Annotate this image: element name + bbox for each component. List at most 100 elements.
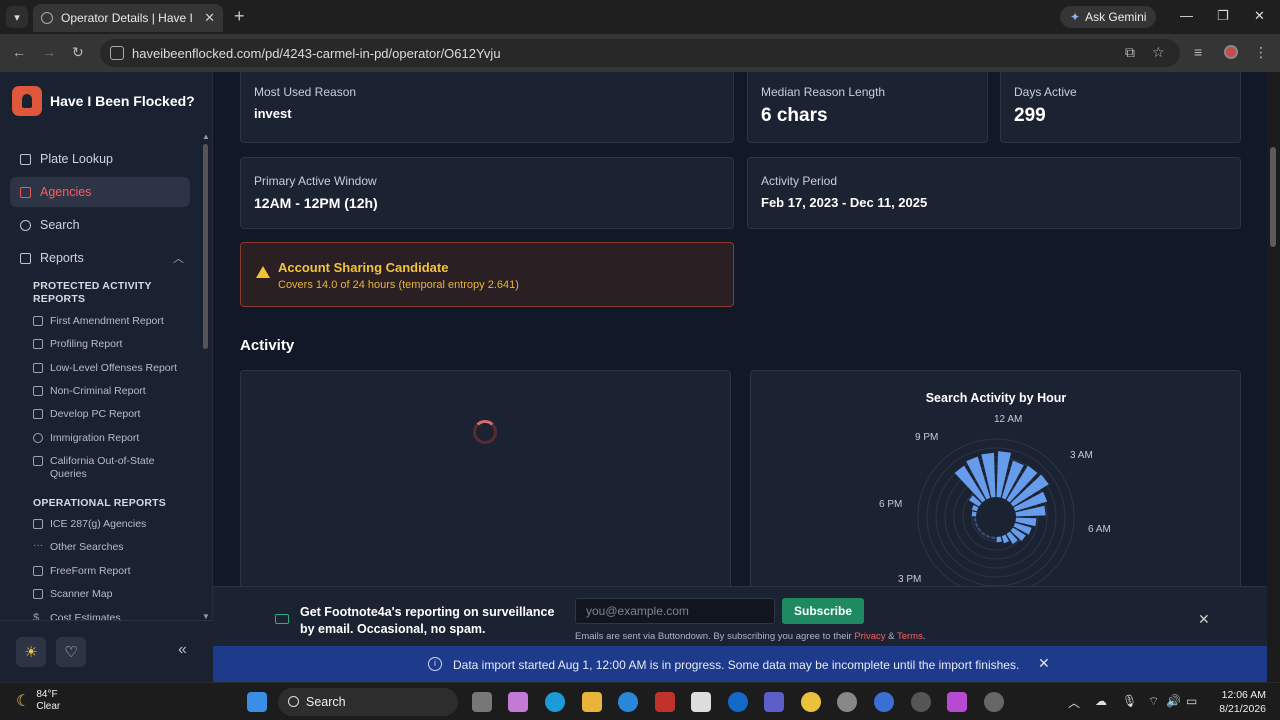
favorites-heart-icon[interactable]: ♡ bbox=[56, 637, 86, 667]
volume-icon[interactable]: 🔊 bbox=[1166, 694, 1181, 708]
site-info-icon[interactable] bbox=[110, 46, 124, 60]
sidebar-item-plate-lookup[interactable]: Plate Lookup bbox=[10, 144, 190, 174]
sidebar-item-develop-pc[interactable]: Develop PC Report bbox=[33, 408, 193, 421]
tray-overflow-icon[interactable]: ︿ bbox=[1068, 694, 1080, 711]
hour-bar-12[interactable] bbox=[990, 536, 996, 540]
banner-close-icon[interactable]: ✕ bbox=[1038, 655, 1050, 672]
wifi-icon[interactable]: ⌔ bbox=[1148, 694, 1159, 709]
install-app-icon[interactable]: ⧉ bbox=[1125, 44, 1135, 61]
url-field[interactable]: haveibeenflocked.com/pd/4243-carmel-in-p… bbox=[100, 39, 1180, 67]
radial-grid-ring bbox=[971, 492, 1021, 542]
media-player-icon[interactable] bbox=[911, 692, 931, 712]
chevron-up-icon[interactable]: ︿ bbox=[173, 250, 184, 266]
tab-close-icon[interactable]: ✕ bbox=[204, 10, 215, 26]
hourly-activity-card: Search Activity by Hour 12 AM 3 AM 6 AM … bbox=[750, 370, 1241, 610]
brand[interactable]: Have I Been Flocked? bbox=[12, 86, 195, 116]
microphone-icon[interactable]: 🎙 bbox=[1122, 694, 1137, 708]
reload-icon[interactable]: ↻ bbox=[72, 44, 84, 61]
brand-name: Have I Been Flocked? bbox=[50, 93, 195, 109]
theme-toggle-sun-icon[interactable]: ☀ bbox=[16, 637, 46, 667]
tab-search-icon[interactable]: ▾ bbox=[6, 6, 28, 28]
subscribe-button[interactable]: Subscribe bbox=[782, 598, 864, 624]
ask-gemini-button[interactable]: ✦ Ask Gemini bbox=[1060, 6, 1157, 28]
window-close-icon[interactable]: ✕ bbox=[1254, 8, 1265, 24]
hour-bar-11[interactable] bbox=[996, 536, 1002, 543]
sidebar-item-scanner-map[interactable]: Scanner Map bbox=[33, 588, 193, 601]
profile-avatar[interactable] bbox=[1224, 45, 1238, 59]
days-active-value: 299 bbox=[1014, 105, 1046, 126]
hp-icon[interactable] bbox=[728, 692, 748, 712]
main-scroll-thumb[interactable] bbox=[1270, 147, 1276, 247]
sidebar-item-freeform[interactable]: FreeForm Report bbox=[33, 565, 193, 578]
teams-icon[interactable] bbox=[764, 692, 784, 712]
ellipsis-icon: ··· bbox=[33, 540, 43, 551]
app-notification-icon[interactable] bbox=[874, 692, 894, 712]
help-icon[interactable] bbox=[618, 692, 638, 712]
sidebar-item-non-criminal[interactable]: Non-Criminal Report bbox=[33, 385, 193, 398]
sidebar-item-immigration[interactable]: Immigration Report bbox=[33, 432, 193, 445]
tab-favicon-icon bbox=[41, 12, 53, 24]
sidebar-item-other-searches[interactable]: ··· Other Searches bbox=[33, 541, 193, 554]
email-field[interactable]: you@example.com bbox=[575, 598, 775, 624]
media-controls-icon[interactable]: ≡ bbox=[1194, 44, 1202, 60]
back-icon[interactable]: ← bbox=[12, 44, 26, 60]
sidebar-item-reports[interactable]: Reports ︿ bbox=[10, 243, 190, 273]
hour-bar-14[interactable] bbox=[980, 531, 986, 536]
collapse-sidebar-icon[interactable]: « bbox=[178, 641, 187, 659]
battery-icon[interactable]: ▭ bbox=[1186, 694, 1197, 708]
newsletter-close-icon[interactable]: ✕ bbox=[1198, 611, 1210, 628]
hour-bar-17[interactable] bbox=[973, 517, 977, 523]
taskbar-clock[interactable]: 12:06 AM 8/21/2026 bbox=[1214, 688, 1266, 716]
browser-tab[interactable]: Operator Details | Have I Been Flocked? … bbox=[33, 4, 223, 32]
copilot-icon[interactable] bbox=[508, 692, 528, 712]
sidebar-item-low-level[interactable]: Low-Level Offenses Report bbox=[33, 362, 193, 375]
primary-window-value: 12AM - 12PM (12h) bbox=[254, 195, 378, 211]
radial-hour-chart bbox=[917, 438, 1075, 596]
sidebar-item-profiling[interactable]: Profiling Report bbox=[33, 338, 193, 351]
sidebar-item-ice-287g[interactable]: ICE 287(g) Agencies bbox=[33, 518, 193, 531]
sidebar-item-california[interactable]: California Out-of-State Queries bbox=[33, 455, 193, 481]
taskbar-search[interactable]: Search bbox=[278, 688, 458, 716]
sidebar-item-first-amendment[interactable]: First Amendment Report bbox=[33, 315, 193, 328]
browser-menu-icon[interactable]: ⋮ bbox=[1254, 44, 1268, 61]
terms-link[interactable]: Terms bbox=[897, 631, 923, 642]
address-bar: ← → ↻ haveibeenflocked.com/pd/4243-carme… bbox=[0, 34, 1280, 72]
globe-icon bbox=[33, 433, 43, 443]
hour-bar-16[interactable] bbox=[974, 522, 979, 528]
hour-bar-15[interactable] bbox=[977, 527, 982, 533]
mcafee-icon[interactable] bbox=[655, 692, 675, 712]
sub-item-label: Other Searches bbox=[50, 541, 124, 553]
sidebar-item-label: Plate Lookup bbox=[40, 152, 113, 166]
edge-icon[interactable] bbox=[545, 692, 565, 712]
scroll-up-icon[interactable]: ▲ bbox=[202, 132, 210, 141]
activity-section-title: Activity bbox=[240, 337, 295, 354]
weather-widget[interactable]: ☾ 84°F Clear bbox=[16, 689, 60, 713]
median-reason-length-card: Median Reason Length 6 chars bbox=[747, 72, 988, 143]
forward-icon[interactable]: → bbox=[42, 44, 56, 60]
hour-bar-18[interactable] bbox=[971, 511, 977, 517]
new-tab-icon[interactable]: + bbox=[234, 6, 245, 26]
maximize-icon[interactable]: ❐ bbox=[1217, 8, 1229, 24]
minimize-icon[interactable]: — bbox=[1180, 8, 1193, 23]
hour-bar-13[interactable] bbox=[985, 534, 991, 539]
task-view-icon[interactable] bbox=[472, 692, 492, 712]
sidebar-scrollbar[interactable]: ▲ ▼ bbox=[202, 132, 210, 621]
fingerprint-icon bbox=[33, 339, 43, 349]
hour-label-3am: 3 AM bbox=[1070, 450, 1093, 461]
windows-start-icon[interactable] bbox=[247, 692, 267, 712]
privacy-link[interactable]: Privacy bbox=[854, 631, 885, 642]
clipchamp-icon[interactable] bbox=[947, 692, 967, 712]
sidebar-scroll-thumb[interactable] bbox=[203, 144, 208, 349]
chrome-icon[interactable] bbox=[801, 692, 821, 712]
sidebar-item-agencies[interactable]: Agencies bbox=[10, 177, 190, 207]
bookmark-star-icon[interactable]: ☆ bbox=[1152, 44, 1165, 61]
store-icon[interactable] bbox=[691, 692, 711, 712]
settings-gear-icon[interactable] bbox=[837, 692, 857, 712]
onedrive-icon[interactable]: ☁ bbox=[1095, 694, 1107, 708]
tray-app-icon[interactable] bbox=[984, 692, 1004, 712]
main-scrollbar[interactable] bbox=[1267, 72, 1280, 682]
file-explorer-icon[interactable] bbox=[582, 692, 602, 712]
sidebar-item-search[interactable]: Search bbox=[10, 210, 190, 240]
sidebar-footer: ☀ ♡ « bbox=[0, 620, 213, 682]
newsletter-bar: Get Footnote4a's reporting on surveillan… bbox=[213, 586, 1267, 646]
